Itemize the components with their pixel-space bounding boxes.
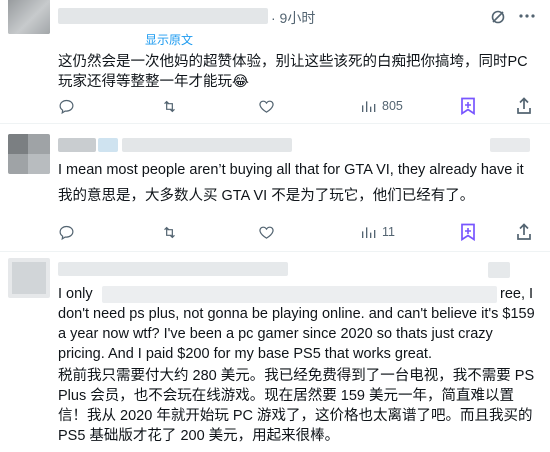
reply-button[interactable] — [58, 98, 75, 115]
post-text-translated: 税前我只需要付大约 280 美元。我已经免费得到了一台电视，我不需要 PS Pl… — [58, 368, 539, 444]
post-3[interactable]: I only ree, I don't need ps plus, not go… — [0, 252, 550, 452]
grok-icon[interactable] — [490, 9, 506, 30]
post-text-translated: 我的意思是，大多数人买 GTA VI 不是为了玩它，他们已经有了。 — [58, 188, 475, 204]
reply-icon — [59, 225, 74, 241]
retweet-button[interactable] — [160, 224, 179, 241]
views-icon — [362, 101, 376, 112]
views-count: 11 — [382, 225, 395, 239]
more-icon[interactable] — [518, 8, 536, 29]
more-redacted — [490, 138, 530, 152]
bookmark-button[interactable] — [460, 97, 476, 115]
time-redacted — [122, 138, 292, 152]
share-button[interactable] — [516, 223, 532, 241]
avatar[interactable] — [8, 134, 50, 174]
views-icon — [362, 227, 376, 238]
retweet-icon — [164, 100, 175, 113]
retweet-button[interactable] — [160, 98, 179, 115]
more-redacted — [488, 262, 510, 278]
share-icon — [517, 97, 531, 114]
post-text-line1-end: ree, I — [500, 286, 534, 302]
post-text-translated: 这仍然会是一次他妈的超赞体验，别让这些该死的白痴把你搞垮，同时PC玩家还得等整整… — [58, 54, 528, 90]
post-text-original: I mean most people aren’t buying all tha… — [58, 162, 524, 178]
like-button[interactable] — [258, 224, 275, 241]
like-icon — [259, 100, 274, 113]
post-time: · 9小时 — [271, 10, 316, 26]
views-button[interactable]: 805 — [360, 98, 403, 114]
reply-button[interactable] — [58, 224, 75, 241]
avatar[interactable] — [8, 258, 50, 298]
show-original-link[interactable]: 显示原文 — [145, 31, 193, 48]
username-redacted — [58, 138, 96, 152]
bookmark-icon — [461, 223, 475, 241]
reply-icon — [59, 99, 74, 115]
retweet-icon — [164, 226, 175, 239]
post-text-line1-start: I only — [58, 286, 93, 302]
text-redacted — [102, 286, 497, 303]
handle-redacted — [98, 138, 118, 152]
username-redacted — [58, 262, 288, 276]
views-button[interactable]: 11 — [360, 224, 395, 240]
post-text-original: don't need ps plus, not gonna be playing… — [58, 306, 539, 362]
bookmark-icon — [461, 97, 475, 115]
bookmark-button[interactable] — [460, 223, 476, 241]
share-button[interactable] — [516, 97, 532, 115]
avatar[interactable] — [8, 0, 50, 34]
like-icon — [259, 226, 274, 239]
views-count: 805 — [382, 99, 403, 113]
post-2[interactable]: I mean most people aren’t buying all tha… — [0, 124, 550, 251]
share-icon — [517, 223, 531, 240]
post-1[interactable]: · 9小时 显示原文 这仍然会是一次他妈的超赞体验，别让这些该死的白痴把你搞垮，… — [0, 0, 550, 123]
like-button[interactable] — [258, 98, 275, 115]
username-redacted — [58, 8, 268, 24]
